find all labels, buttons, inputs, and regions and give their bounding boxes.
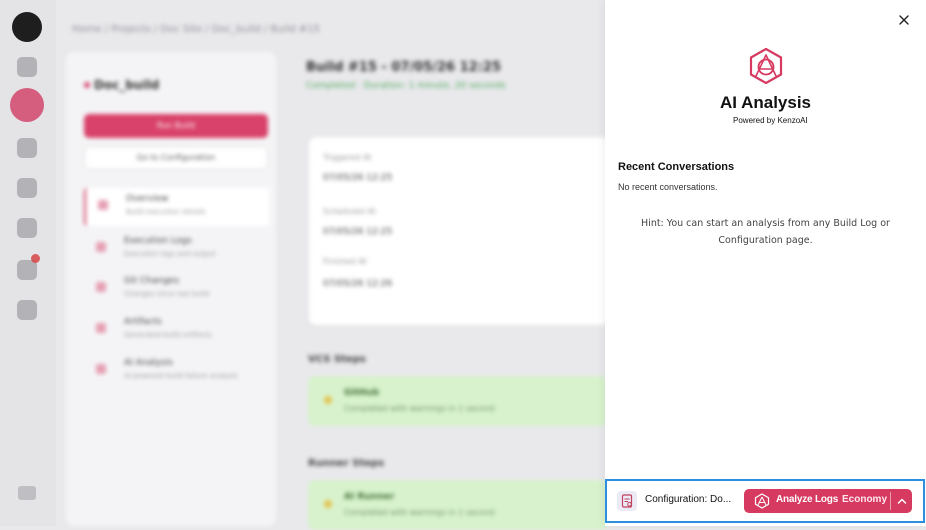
runner-step-card[interactable]: AI Runner Completed with warnings in 1 s… xyxy=(308,480,608,530)
warning-dot-icon xyxy=(324,396,332,404)
ai-icon xyxy=(96,364,106,374)
context-label: Configuration: Do... xyxy=(645,494,732,505)
finished-value: 07/05/26 12:26 xyxy=(323,279,393,289)
nav-item-git-changes[interactable]: Git Changes Changes since last build xyxy=(84,270,268,308)
step-detail: Completed with warnings in 1 second xyxy=(344,508,495,517)
git-icon xyxy=(96,282,106,292)
background-content: Home / Projects / Doc Site / Doc_build /… xyxy=(56,0,610,530)
users-icon[interactable] xyxy=(17,260,37,280)
overview-icon xyxy=(98,200,108,210)
kenzo-ai-logo-icon xyxy=(749,47,783,85)
nav-sub: Generated build artifacts xyxy=(124,331,212,339)
edit-icon[interactable] xyxy=(17,178,37,198)
triggered-value: 07/05/26 12:25 xyxy=(323,173,393,183)
step-name: AI Runner xyxy=(344,492,395,502)
app-logo-icon xyxy=(12,12,42,42)
hint-text: Hint: You can start an analysis from any… xyxy=(641,218,890,246)
step-detail: Completed with warnings in 1 second xyxy=(344,404,495,413)
configuration-file-icon xyxy=(617,491,637,511)
notification-badge xyxy=(31,254,40,263)
triggered-label: Triggered At xyxy=(323,153,372,162)
artifacts-icon xyxy=(96,323,106,333)
nav-item-overview[interactable]: Overview Build execution details xyxy=(84,188,270,226)
collapse-sidebar-icon[interactable] xyxy=(18,486,36,500)
chevron-up-icon[interactable] xyxy=(895,494,909,508)
warning-dot-icon xyxy=(324,500,332,508)
target-icon[interactable] xyxy=(17,218,37,238)
panel-title: AI Analysis xyxy=(719,93,812,112)
projects-icon[interactable] xyxy=(10,88,44,122)
run-build-button[interactable]: Run Build xyxy=(84,114,268,138)
button-divider xyxy=(890,492,891,510)
powered-by: Powered by KenzoAI xyxy=(733,116,808,125)
logs-icon xyxy=(96,242,106,252)
dashboard-icon[interactable] xyxy=(17,57,37,77)
analyze-logs-button[interactable]: Analyze Logs Economy xyxy=(744,489,912,513)
runner-steps-title: Runner Steps xyxy=(308,458,385,469)
nav-label: Overview xyxy=(126,194,169,204)
step-name: GitHub xyxy=(344,388,380,398)
build-status: Completed · Duration: 1 minute, 20 secon… xyxy=(306,81,506,91)
left-rail xyxy=(0,0,56,526)
project-name: Doc_build xyxy=(94,78,160,92)
ai-analysis-panel: AI Analysis Powered by KenzoAI Recent Co… xyxy=(605,0,926,526)
go-to-configuration-button[interactable]: Go to Configuration xyxy=(84,146,268,170)
close-button[interactable] xyxy=(896,12,912,28)
nav-item-artifacts[interactable]: Artifacts Generated build artifacts xyxy=(84,311,268,349)
analyze-logs-label: Analyze Logs xyxy=(776,494,839,505)
vcs-step-card[interactable]: GitHub Completed with warnings in 1 seco… xyxy=(308,376,608,426)
nav-label: Artifacts xyxy=(124,317,162,327)
build-times-card: Triggered At 07/05/26 12:25 Scheduled At… xyxy=(308,136,610,326)
nav-sub: Execution logs and output xyxy=(124,250,216,258)
recent-conversations-title: Recent Conversations xyxy=(618,161,735,173)
nav-sub: Changes since last build xyxy=(124,290,210,298)
kenzo-ai-icon xyxy=(754,493,770,509)
nav-label: Git Changes xyxy=(124,276,180,286)
vcs-steps-title: VCS Steps xyxy=(308,354,366,365)
nav-item-ai-analysis[interactable]: AI Analysis AI-powered build failure ana… xyxy=(84,352,268,390)
status-dot-icon xyxy=(84,82,90,88)
nav-label: Execution Logs xyxy=(124,236,192,246)
mode-label: Economy xyxy=(842,494,888,505)
nav-item-execution-logs[interactable]: Execution Logs Execution logs and output xyxy=(84,230,268,268)
scheduled-value: 07/05/26 12:25 xyxy=(323,227,393,237)
scheduled-label: Scheduled At xyxy=(323,207,376,216)
monitor-icon[interactable] xyxy=(17,138,37,158)
analyze-bar: Configuration: Do... Analyze Logs Econom… xyxy=(605,479,925,523)
project-sidebar: Doc_build Run Build Go to Configuration … xyxy=(66,52,276,526)
settings-icon[interactable] xyxy=(17,300,37,320)
recent-conversations-empty: No recent conversations. xyxy=(618,182,718,192)
nav-sub: AI-powered build failure analysis xyxy=(124,372,238,380)
build-title: Build #15 - 07/05/26 12:25 xyxy=(306,60,502,75)
close-icon xyxy=(899,15,909,25)
nav-sub: Build execution details xyxy=(126,208,206,216)
breadcrumb: Home / Projects / Doc Site / Doc_build /… xyxy=(72,24,320,35)
nav-label: AI Analysis xyxy=(124,358,173,368)
finished-label: Finished At xyxy=(323,257,367,266)
build-header: Build #15 - 07/05/26 12:25 Completed · D… xyxy=(306,60,606,91)
